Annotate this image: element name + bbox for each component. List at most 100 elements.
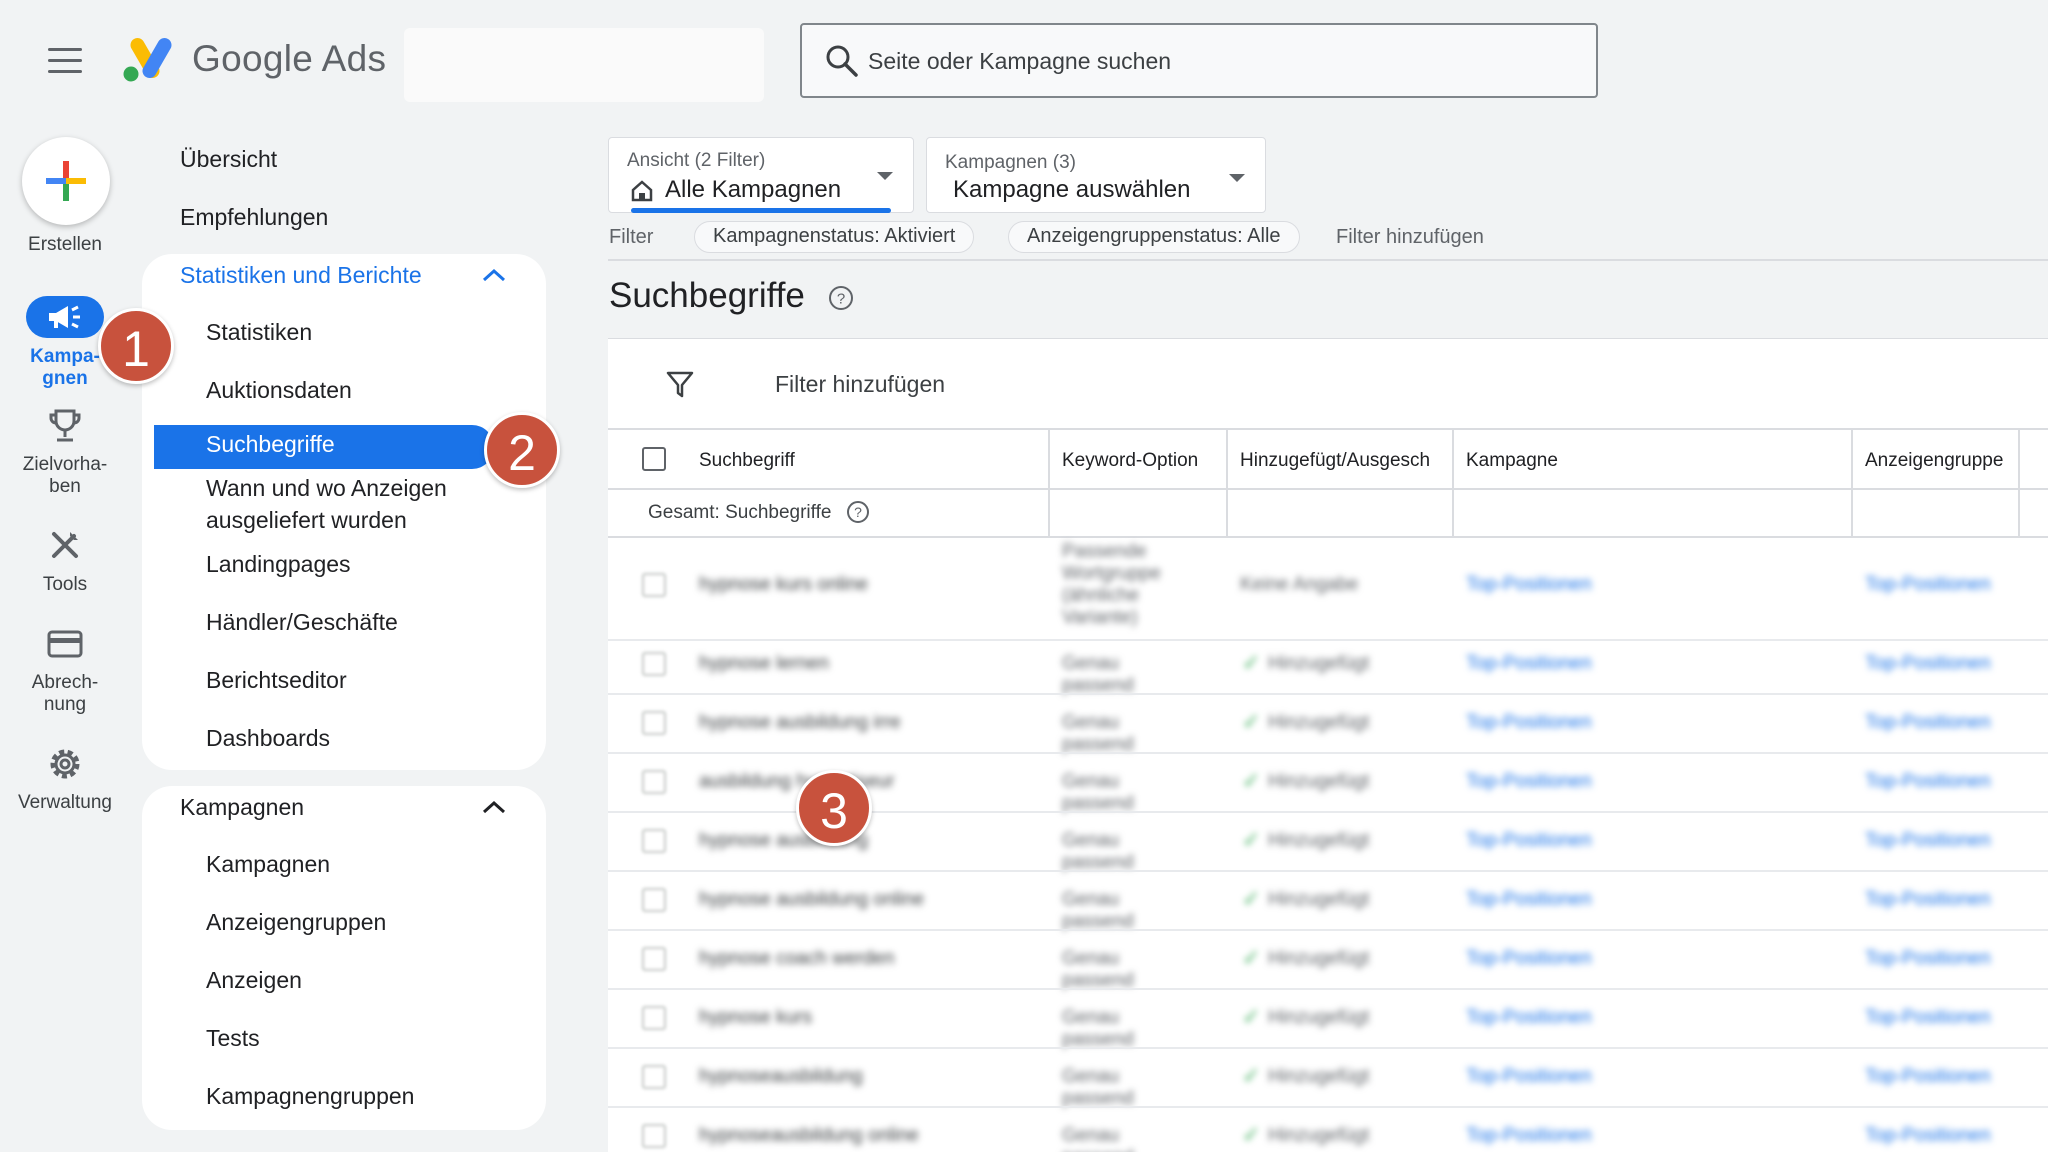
nav-item-dashboards[interactable]: Dashboards (206, 722, 330, 754)
divider (608, 259, 2048, 261)
nav-item-ad-groups[interactable]: Anzeigengruppen (206, 906, 386, 938)
create-button[interactable] (22, 137, 110, 225)
add-filter-link[interactable]: Filter hinzufügen (1336, 226, 1484, 249)
credit-card-icon[interactable] (47, 630, 83, 658)
row-checkbox[interactable] (642, 711, 666, 735)
campaign-link[interactable]: Top-Positionen (1466, 712, 1592, 734)
divider (608, 428, 2048, 430)
row-divider (608, 693, 2048, 695)
admin-rail-label[interactable]: Verwaltung (0, 792, 130, 814)
nav-item-campaign-groups[interactable]: Kampagnengruppen (206, 1080, 414, 1112)
nav-item-search-terms-active[interactable]: Suchbegriffe (154, 425, 494, 469)
search-bar[interactable] (800, 23, 1598, 98)
trophy-icon[interactable] (48, 408, 82, 444)
column-header-ad-group[interactable]: Anzeigengruppe (1865, 450, 2003, 472)
svg-text:?: ? (837, 291, 845, 308)
adgroup-link[interactable]: Top-Positionen (1865, 948, 1991, 970)
view-dropdown[interactable]: Ansicht (2 Filter) Alle Kampagnen (608, 137, 914, 213)
campaigns-section-title[interactable]: Kampagnen (180, 794, 304, 821)
tools-icon[interactable] (48, 528, 82, 562)
help-icon[interactable]: ? (828, 285, 854, 311)
nav-recommendations[interactable]: Empfehlungen (180, 204, 328, 231)
page-title: Suchbegriffe (609, 276, 805, 315)
nav-item-landing-pages[interactable]: Landingpages (206, 548, 351, 580)
campaign-link[interactable]: Top-Positionen (1466, 1066, 1592, 1088)
nav-overview[interactable]: Übersicht (180, 146, 277, 173)
row-checkbox[interactable] (642, 1124, 666, 1148)
main-menu-icon[interactable] (48, 48, 82, 74)
adgroup-link[interactable]: Top-Positionen (1865, 771, 1991, 793)
goals-rail-label[interactable]: Zielvorha- ben (0, 454, 130, 498)
dropdown-arrow-icon (877, 172, 893, 180)
checkmark-icon: ✓ (1242, 1063, 1261, 1088)
filter-icon[interactable] (666, 370, 694, 398)
column-header-search-term[interactable]: Suchbegriff (699, 450, 795, 472)
campaign-link[interactable]: Top-Positionen (1466, 771, 1592, 793)
view-dropdown-value: Alle Kampagnen (665, 176, 842, 203)
search-term-cell: hypnose ausbildung online (699, 889, 925, 910)
row-checkbox[interactable] (642, 888, 666, 912)
reports-section-title[interactable]: Statistiken und Berichte (180, 262, 422, 289)
divider (1226, 430, 1228, 536)
row-checkbox[interactable] (642, 573, 666, 597)
checkmark-icon: ✓ (1242, 709, 1261, 734)
row-checkbox[interactable] (642, 652, 666, 676)
row-divider (608, 988, 2048, 990)
nav-item-merchants[interactable]: Händler/Geschäfte (206, 606, 398, 638)
nav-item-campaigns[interactable]: Kampagnen (206, 848, 330, 880)
row-checkbox[interactable] (642, 1065, 666, 1089)
campaign-link[interactable]: Top-Positionen (1466, 1007, 1592, 1029)
help-icon[interactable]: ? (846, 500, 870, 524)
adgroup-link[interactable]: Top-Positionen (1865, 830, 1991, 852)
nav-item-ads[interactable]: Anzeigen (206, 964, 302, 996)
adgroup-link[interactable]: Top-Positionen (1865, 653, 1991, 675)
campaign-link[interactable]: Top-Positionen (1466, 830, 1592, 852)
search-term-cell: hypnose ausbildung irre (699, 712, 901, 733)
campaign-link[interactable]: Top-Positionen (1466, 1125, 1592, 1147)
megaphone-icon (49, 305, 80, 329)
chevron-up-icon[interactable] (482, 268, 506, 282)
adgroup-link[interactable]: Top-Positionen (1865, 889, 1991, 911)
search-term-cell: hypnoseausbildung (699, 1066, 863, 1087)
nav-item-report-editor[interactable]: Berichtseditor (206, 664, 347, 696)
adgroup-link[interactable]: Top-Positionen (1865, 1125, 1991, 1147)
adgroup-link[interactable]: Top-Positionen (1865, 1066, 1991, 1088)
step-badge-2: 2 (484, 412, 560, 488)
campaign-link[interactable]: Top-Positionen (1466, 653, 1592, 675)
campaigns-rail-button[interactable] (26, 296, 104, 338)
nav-item-auction-insights[interactable]: Auktionsdaten (206, 374, 352, 406)
gear-icon[interactable] (47, 746, 83, 782)
checkmark-icon: ✓ (1242, 886, 1261, 911)
adgroup-link[interactable]: Top-Positionen (1865, 712, 1991, 734)
search-input[interactable] (868, 39, 1568, 83)
filter-chip-campaign-status[interactable]: Kampagnenstatus: Aktiviert (694, 221, 975, 253)
campaign-dropdown[interactable]: Kampagnen (3) Kampagne auswählen (926, 137, 1266, 213)
adgroup-link[interactable]: Top-Positionen (1865, 574, 1991, 596)
row-checkbox[interactable] (642, 1006, 666, 1030)
row-checkbox[interactable] (642, 770, 666, 794)
nav-item-experiments[interactable]: Tests (206, 1022, 260, 1054)
campaign-link[interactable]: Top-Positionen (1466, 889, 1592, 911)
filter-chip-adgroup-status[interactable]: Anzeigengruppenstatus: Alle (1008, 221, 1300, 253)
divider (608, 488, 2048, 490)
column-header-added-excluded[interactable]: Hinzugefügt/Ausgesch (1240, 450, 1430, 472)
column-header-campaign[interactable]: Kampagne (1466, 450, 1558, 472)
table-add-filter[interactable]: Filter hinzufügen (775, 371, 945, 398)
row-checkbox[interactable] (642, 829, 666, 853)
select-all-checkbox[interactable] (642, 447, 666, 471)
campaign-link[interactable]: Top-Positionen (1466, 948, 1592, 970)
nav-item-statistics[interactable]: Statistiken (206, 316, 312, 348)
adgroup-link[interactable]: Top-Positionen (1865, 1007, 1991, 1029)
billing-rail-label[interactable]: Abrech- nung (0, 672, 130, 716)
row-checkbox[interactable] (642, 947, 666, 971)
divider (1452, 430, 1454, 536)
tools-rail-label[interactable]: Tools (0, 574, 130, 596)
nav-item-when-where[interactable]: Wann und wo Anzeigen ausgeliefert wurden (206, 472, 496, 536)
chevron-up-icon[interactable] (482, 800, 506, 814)
search-term-cell: hypnoseausbildung online (699, 1125, 919, 1146)
column-header-match-type[interactable]: Keyword-Option (1062, 450, 1198, 472)
svg-text:?: ? (854, 504, 862, 520)
nav-item-search-terms[interactable]: Suchbegriffe (206, 431, 335, 458)
campaign-link[interactable]: Top-Positionen (1466, 574, 1592, 596)
campaign-dropdown-label: Kampagnen (3) (945, 152, 1076, 173)
